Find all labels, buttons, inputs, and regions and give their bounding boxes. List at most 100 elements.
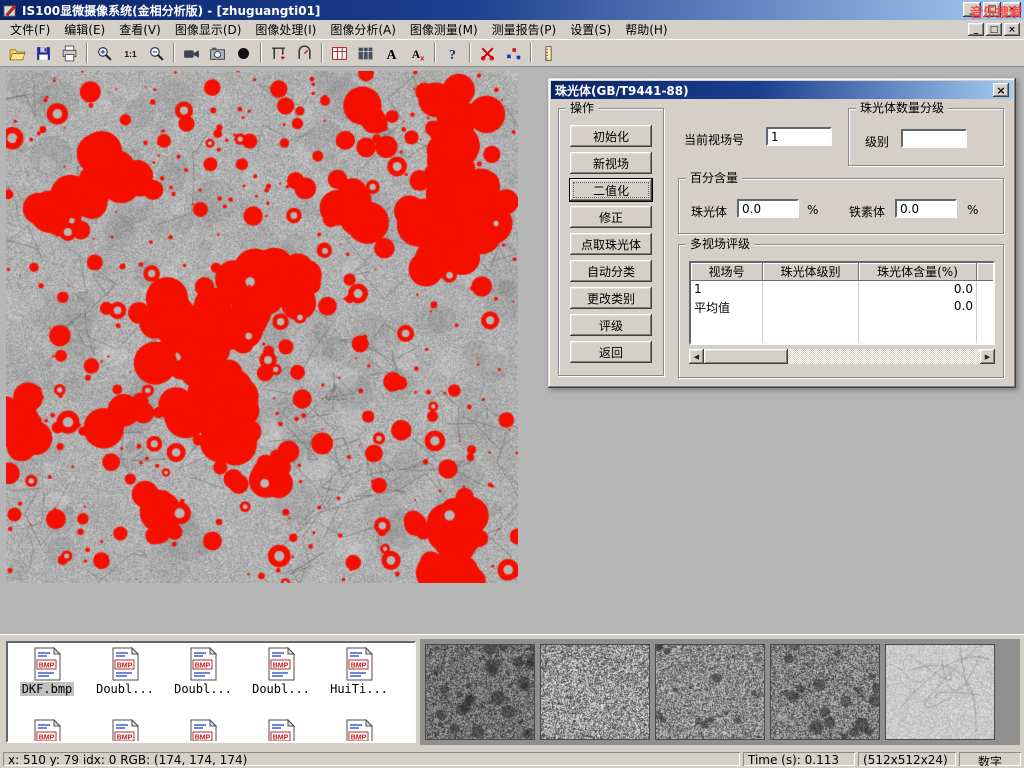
rate-button[interactable]: 评级 <box>570 314 652 336</box>
auto-classify-button[interactable]: 自动分类 <box>570 260 652 282</box>
ruler-button[interactable] <box>536 41 561 65</box>
bmp-file-icon: BMP <box>344 719 374 743</box>
toolbar: 1:1 A Ax? <box>0 39 1024 67</box>
current-field-input[interactable] <box>766 127 832 146</box>
file-item-partial[interactable]: BMP <box>320 719 398 743</box>
open-file-button[interactable] <box>5 41 30 65</box>
scroll-thumb[interactable] <box>704 349 788 364</box>
cut-button[interactable] <box>475 41 500 65</box>
zoom-out-button[interactable] <box>144 41 169 65</box>
metallograph-image[interactable] <box>6 71 518 583</box>
measure-gauge-button[interactable] <box>292 41 317 65</box>
print-button[interactable] <box>57 41 82 65</box>
svg-text:?: ? <box>449 46 456 61</box>
file-item[interactable]: BMPDKF.bmp <box>8 647 86 696</box>
percent-group: 百分含量 珠光体 % 铁素体 % <box>678 178 1004 234</box>
thumbnail-1[interactable] <box>426 645 534 739</box>
calibration-points-button[interactable] <box>501 41 526 65</box>
restore-button[interactable]: □ <box>983 2 1001 17</box>
video-capture-button[interactable] <box>179 41 204 65</box>
data-grid-button[interactable] <box>353 41 378 65</box>
print-icon <box>61 45 78 62</box>
dialog-close-button[interactable]: × <box>993 83 1009 97</box>
save-file-button[interactable] <box>31 41 56 65</box>
camera-capture-icon <box>209 45 226 62</box>
grid-hscrollbar[interactable]: ◀ ▶ <box>689 349 995 364</box>
file-item[interactable]: BMPHuiTi... <box>320 647 398 696</box>
video-capture-icon <box>183 45 200 62</box>
mdi-close-button[interactable]: × <box>1004 23 1020 36</box>
thumbnail-5[interactable] <box>886 645 994 739</box>
menu-item-2[interactable]: 编辑(E) <box>57 19 112 40</box>
binarize-button[interactable]: 二值化 <box>570 179 652 201</box>
dialog-titlebar[interactable]: 珠光体(GB/T9441-88) × <box>551 81 1013 99</box>
file-row-1: BMPDKF.bmpBMPDoubl...BMPDoubl...BMPDoubl… <box>8 643 414 696</box>
actual-size-icon: 1:1 <box>122 45 139 62</box>
close-button[interactable]: × <box>1003 2 1021 17</box>
grid-row[interactable]: 平均值0.0 <box>691 298 993 315</box>
menu-item-4[interactable]: 图像显示(D) <box>168 19 249 40</box>
thumbnail-3[interactable] <box>656 645 764 739</box>
data-grid-icon <box>357 45 374 62</box>
ferrite-percent-input[interactable] <box>895 199 957 218</box>
change-class-button[interactable]: 更改类别 <box>570 287 652 309</box>
bmp-file-icon: BMP <box>188 719 218 743</box>
menu-item-7[interactable]: 图像测量(M) <box>403 19 485 40</box>
camera-capture-button[interactable] <box>205 41 230 65</box>
menu-item-9[interactable]: 设置(S) <box>563 19 618 40</box>
minimize-button[interactable]: _ <box>963 2 981 17</box>
thumbnail-2[interactable] <box>541 645 649 739</box>
pick-pearlite-button[interactable]: 点取珠光体 <box>570 233 652 255</box>
file-item-partial[interactable]: BMP <box>86 719 164 743</box>
menu-item-8[interactable]: 测量报告(P) <box>485 19 564 40</box>
grid-row[interactable]: 10.0 <box>691 281 993 298</box>
text-delete-button[interactable]: Ax <box>405 41 430 65</box>
svg-text:1:1: 1:1 <box>124 49 137 59</box>
menu-item-1[interactable]: 文件(F) <box>3 19 57 40</box>
operations-group-label: 操作 <box>566 101 598 115</box>
scroll-left-button[interactable]: ◀ <box>689 349 704 364</box>
menu-item-10[interactable]: 帮助(H) <box>618 19 674 40</box>
file-item[interactable]: BMPDoubl... <box>86 647 164 696</box>
grid-cell-empty <box>691 315 763 343</box>
file-item[interactable]: BMPDoubl... <box>164 647 242 696</box>
pearlite-percent-input[interactable] <box>737 199 799 218</box>
bmp-file-icon: BMP <box>344 647 374 681</box>
scroll-right-button[interactable]: ▶ <box>980 349 995 364</box>
mdi-minimize-button[interactable]: _ <box>968 23 984 36</box>
multifield-group-label: 多视场评级 <box>686 237 754 251</box>
menu-item-6[interactable]: 图像分析(A) <box>323 19 403 40</box>
menu-item-3[interactable]: 查看(V) <box>112 19 168 40</box>
svg-text:BMP: BMP <box>39 735 55 742</box>
menu-item-5[interactable]: 图像处理(I) <box>248 19 323 40</box>
text-annotation-icon: A <box>383 45 400 62</box>
grid-header-3[interactable]: 珠光体含量(%) <box>859 263 977 281</box>
grid-header-1[interactable]: 视场号 <box>691 263 763 281</box>
zoom-in-button[interactable] <box>92 41 117 65</box>
grid-header-4[interactable]: 铁素 <box>977 263 995 281</box>
initialize-button[interactable]: 初始化 <box>570 125 652 147</box>
status-image-size: (512x512x24) <box>858 752 956 766</box>
actual-size-button[interactable]: 1:1 <box>118 41 143 65</box>
new-field-button[interactable]: 新视场 <box>570 152 652 174</box>
snapshot-button[interactable] <box>231 41 256 65</box>
help-button[interactable]: ? <box>440 41 465 65</box>
measure-caliper-button[interactable] <box>266 41 291 65</box>
grid-header-2[interactable]: 珠光体级别 <box>763 263 859 281</box>
text-annotation-button[interactable]: A <box>379 41 404 65</box>
file-item-partial[interactable]: BMP <box>242 719 320 743</box>
window-controls: _ □ × <box>963 2 1021 17</box>
scroll-track[interactable] <box>704 349 980 364</box>
file-item-partial[interactable]: BMP <box>164 719 242 743</box>
level-input[interactable] <box>901 129 967 148</box>
open-file-icon <box>9 45 26 62</box>
bmp-file-icon: BMP <box>32 719 62 743</box>
measure-table-button[interactable] <box>327 41 352 65</box>
file-item-partial[interactable]: BMP <box>8 719 86 743</box>
thumbnail-4[interactable] <box>771 645 879 739</box>
correct-button[interactable]: 修正 <box>570 206 652 228</box>
file-name: HuiTi... <box>328 682 390 696</box>
return-button[interactable]: 返回 <box>570 341 652 363</box>
mdi-restore-button[interactable]: □ <box>986 23 1002 36</box>
file-item[interactable]: BMPDoubl... <box>242 647 320 696</box>
